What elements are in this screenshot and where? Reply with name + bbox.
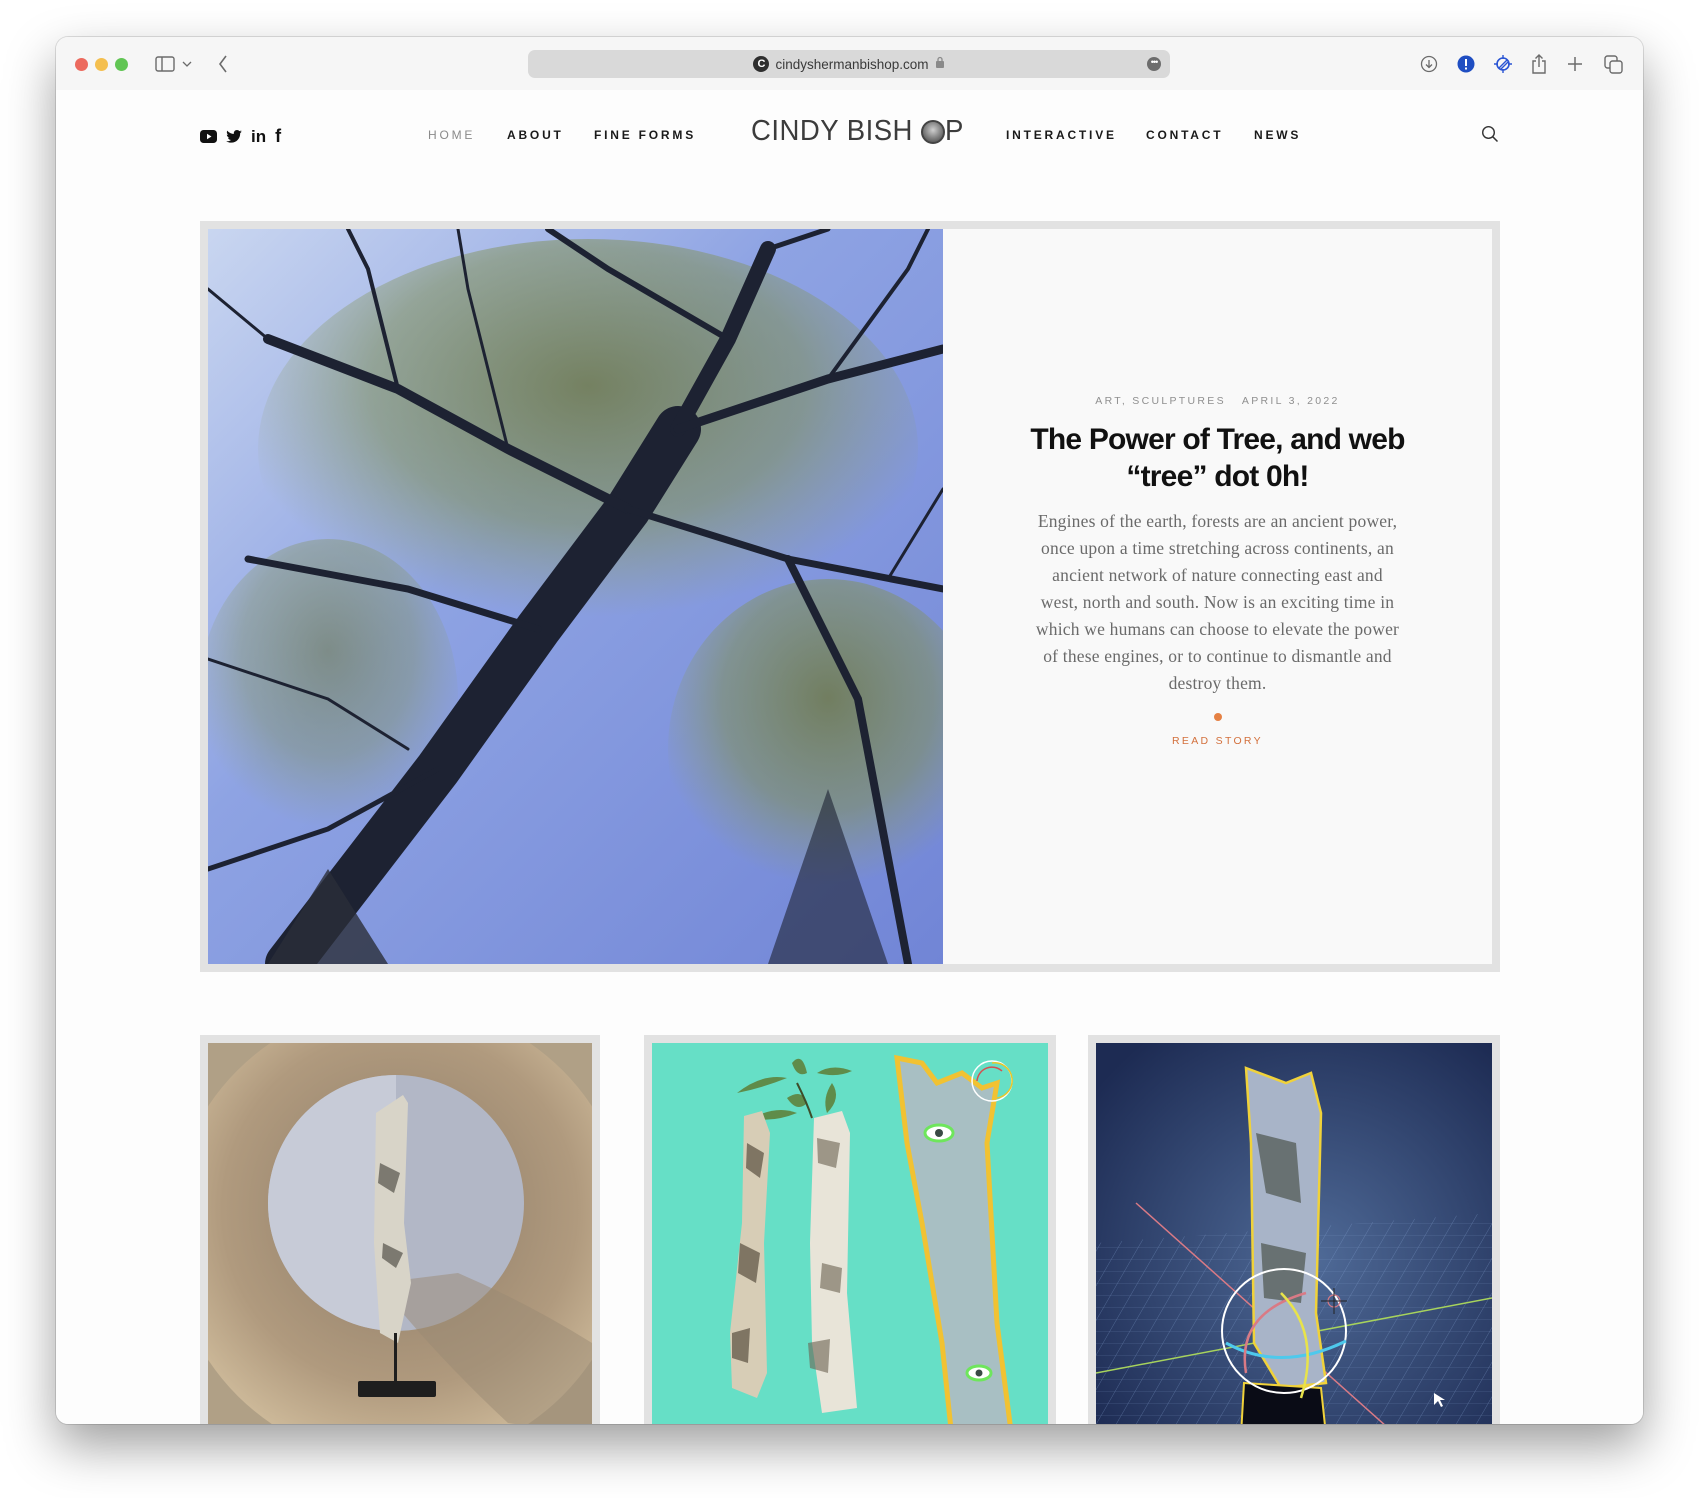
post-meta: Art, Sculptures April 3, 2022 — [1095, 395, 1339, 407]
page-menu-icon[interactable]: ••• — [1147, 57, 1161, 71]
nav-about[interactable]: About — [507, 128, 564, 142]
nav-home[interactable]: Home — [428, 128, 475, 142]
browser-toolbar: C cindyshermanbishop.com ••• — [56, 37, 1643, 90]
tabs-overview-icon[interactable] — [1603, 51, 1623, 77]
download-icon[interactable] — [1419, 51, 1439, 77]
post-excerpt: Engines of the earth, forests are an anc… — [1035, 510, 1400, 693]
featured-content: Art, Sculptures April 3, 2022 The Power o… — [943, 229, 1492, 964]
lock-icon — [935, 56, 945, 72]
nav-interactive[interactable]: Interactive — [1006, 128, 1117, 142]
nav-fine-forms[interactable]: Fine Forms — [594, 128, 696, 142]
featured-image[interactable] — [208, 229, 943, 964]
logo-text-end: P — [945, 115, 965, 147]
read-story-link[interactable]: Read Story — [1172, 735, 1263, 747]
post-categories[interactable]: Art, Sculptures — [1095, 395, 1226, 407]
web-page: in f Home About Fine Forms CINDY BISH P … — [56, 90, 1643, 1424]
twitter-icon[interactable] — [226, 130, 242, 143]
youtube-icon[interactable] — [200, 130, 217, 143]
sidebar-icon[interactable] — [154, 51, 176, 77]
logo-text: CINDY BISH — [751, 115, 913, 147]
search-icon[interactable] — [1481, 125, 1499, 148]
post-card-image[interactable] — [652, 1043, 1048, 1424]
logo-portrait-icon — [921, 119, 946, 144]
site-logo[interactable]: CINDY BISH P — [751, 115, 965, 148]
post-date: April 3, 2022 — [1241, 394, 1340, 407]
close-window-button[interactable] — [75, 58, 88, 71]
post-card[interactable] — [200, 1035, 600, 1424]
post-card-image[interactable] — [1096, 1043, 1492, 1424]
post-card[interactable] — [1088, 1035, 1500, 1424]
social-links: in f — [200, 126, 281, 147]
address-bar[interactable]: C cindyshermanbishop.com ••• — [528, 50, 1170, 78]
facebook-icon[interactable]: f — [275, 126, 281, 147]
new-tab-icon[interactable] — [1566, 51, 1584, 77]
post-card[interactable] — [644, 1035, 1056, 1424]
featured-post: Art, Sculptures April 3, 2022 The Power o… — [200, 221, 1500, 972]
url-text: cindyshermanbishop.com — [775, 56, 929, 72]
accent-dot — [1213, 712, 1222, 721]
vpn-extension-icon[interactable] — [1493, 51, 1513, 77]
share-icon[interactable] — [1530, 51, 1548, 77]
linkedin-icon[interactable]: in — [251, 127, 266, 147]
site-favicon-icon: C — [753, 56, 770, 72]
browser-window: C cindyshermanbishop.com ••• in f HOME A… — [56, 37, 1643, 1424]
alert-extension-icon[interactable] — [1456, 51, 1476, 77]
minimize-window-button[interactable] — [95, 58, 108, 71]
back-icon[interactable] — [216, 51, 230, 77]
nav-news[interactable]: News — [1254, 128, 1301, 142]
chevron-down-icon[interactable] — [181, 51, 193, 77]
post-card-image[interactable] — [208, 1043, 592, 1424]
post-title[interactable]: The Power of Tree, and web “tree” dot 0h… — [1028, 421, 1408, 495]
zoom-window-button[interactable] — [115, 58, 128, 71]
nav-contact[interactable]: Contact — [1146, 128, 1223, 142]
